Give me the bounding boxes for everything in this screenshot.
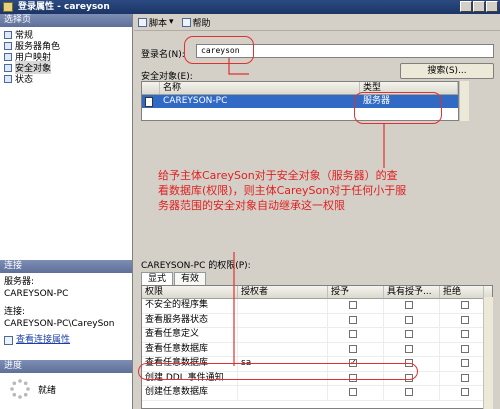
nav-item-status[interactable]: 状态 bbox=[4, 73, 132, 85]
page-nav: 常规 服务器角色 用户映射 安全对象 状态 bbox=[0, 27, 132, 85]
progress-header: 进度 bbox=[0, 360, 132, 373]
view-connection-properties-link[interactable]: 查看连接属性 bbox=[16, 334, 70, 346]
page-icon bbox=[4, 41, 12, 50]
maximize-button[interactable] bbox=[473, 1, 485, 12]
page-icon bbox=[4, 63, 12, 72]
progress-spinner-icon bbox=[10, 379, 30, 399]
connection-value: CAREYSON-PC\CareySon bbox=[4, 319, 115, 329]
left-pane: 选择页 常规 服务器角色 用户映射 安全对象 状态 连接 服务器: CAREYS… bbox=[0, 14, 133, 409]
page-icon bbox=[4, 52, 12, 61]
page-icon bbox=[4, 74, 12, 83]
server-value: CAREYSON-PC bbox=[4, 289, 69, 299]
annotation-connectors bbox=[228, 58, 385, 366]
minimize-button[interactable] bbox=[460, 1, 472, 12]
properties-icon bbox=[4, 335, 13, 345]
login-connector-line bbox=[228, 58, 249, 75]
nav-item-label: 状态 bbox=[15, 75, 34, 85]
server-label: 服务器: bbox=[4, 277, 35, 287]
title-bar: 登录属性 - careyson bbox=[0, 0, 500, 14]
main-pane: 脚本 ▾ 帮助 登录名(N): careyson 安全对象(E): 搜索(S)..… bbox=[134, 14, 500, 409]
window-app-icon bbox=[3, 2, 13, 12]
connection-label: 连接: bbox=[4, 307, 26, 317]
page-icon bbox=[4, 30, 12, 39]
window-title: 登录属性 - careyson bbox=[18, 2, 110, 12]
window-controls bbox=[460, 1, 498, 12]
progress-status: 就绪 bbox=[38, 385, 57, 396]
select-page-header: 选择页 bbox=[0, 14, 132, 27]
close-button[interactable] bbox=[486, 1, 498, 12]
connection-header: 连接 bbox=[0, 260, 132, 273]
